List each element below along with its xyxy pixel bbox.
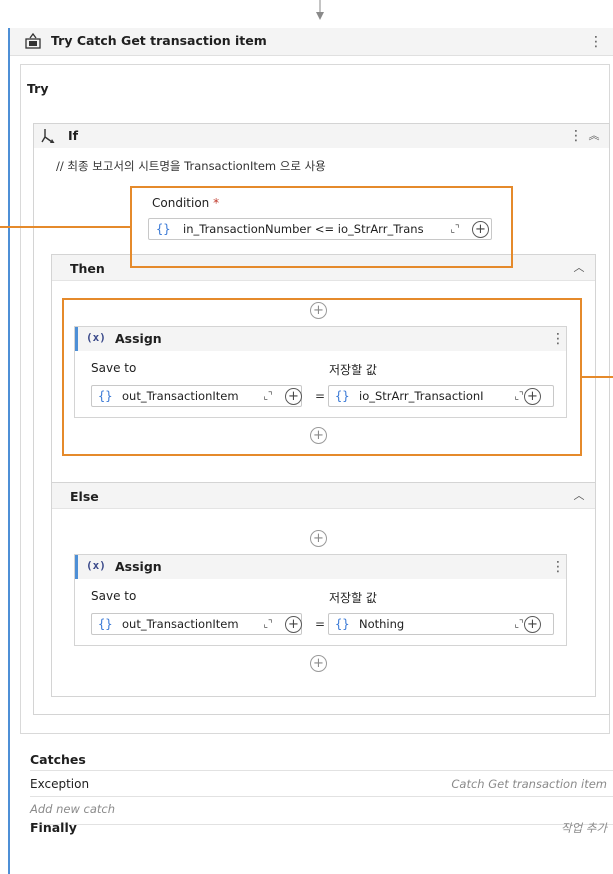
else-value-input[interactable]: Nothing [359,617,504,631]
else-add-activity-top-icon[interactable]: + [310,530,327,547]
if-label: If [68,128,79,143]
else-assign-header[interactable]: (x) Assign ⋮ [75,555,566,579]
activity-menu-kebab-icon[interactable]: ⋮ [589,34,603,50]
selection-bar [8,28,10,874]
finally-label: Finally [30,820,77,835]
finally-add-activity-link[interactable]: 작업 추가 [561,820,607,836]
exception-label[interactable]: Exception [30,777,89,791]
equals-sign: = [315,617,326,631]
else-collapse-icon[interactable]: ︿ [572,489,586,503]
if-collapse-icon[interactable]: ︽ [587,129,601,143]
then-label: Then [70,261,105,276]
if-header[interactable]: If ⋮ ︽ [34,124,609,148]
condition-highlight-connector [0,226,130,228]
expand-icon[interactable]: ⌞⌝ [260,617,276,633]
expression-brace-icon: {} [335,617,350,631]
try-catch-icon [25,32,41,49]
else-assign-kebab-icon[interactable]: ⋮ [551,559,565,575]
else-save-to-field[interactable]: {} out_TransactionItem ⌞⌝ [91,613,302,635]
try-label: Try [27,81,49,96]
else-assign-label: Assign [115,559,162,574]
else-assign-activity[interactable]: (x) Assign ⋮ Save to 저장할 값 {} out_Transa… [74,554,567,646]
assign-variable-icon: (x) [86,559,106,572]
then-collapse-icon[interactable]: ︿ [572,261,586,275]
divider [30,770,613,771]
assign-highlight-connector [582,376,613,378]
exception-catch-name[interactable]: Catch Get transaction item [451,777,607,791]
else-label: Else [70,489,99,504]
else-save-to-input[interactable]: out_TransactionItem [122,617,262,631]
divider [30,824,613,825]
if-menu-kebab-icon[interactable]: ⋮ [569,128,583,144]
add-new-catch-link[interactable]: Add new catch [30,802,115,816]
else-branch: Else ︿ + (x) Assign ⋮ Save to 저장할 값 {} o… [51,482,596,697]
if-branch-icon [41,129,55,143]
activity-title: Try Catch Get transaction item [51,33,267,48]
condition-highlight-box [130,186,513,268]
if-comment: // 최종 보고서의 시트명을 TransactionItem 으로 사용 [56,159,326,173]
then-assign-highlight-box [62,298,582,456]
else-header[interactable]: Else ︿ [52,483,595,509]
catches-label: Catches [30,752,86,767]
connector-arrow-icon [316,0,324,20]
else-value-add-icon[interactable]: + [524,616,541,633]
else-add-activity-bottom-icon[interactable]: + [310,655,327,672]
else-save-to-label: Save to [91,589,137,603]
activity-header[interactable]: Try Catch Get transaction item ⋮ [10,28,613,56]
else-value-field[interactable]: {} Nothing ⌞⌝ [328,613,554,635]
else-save-to-add-icon[interactable]: + [285,616,302,633]
expression-brace-icon: {} [98,617,113,631]
divider [30,796,613,797]
else-value-label: 저장할 값 [329,591,377,605]
